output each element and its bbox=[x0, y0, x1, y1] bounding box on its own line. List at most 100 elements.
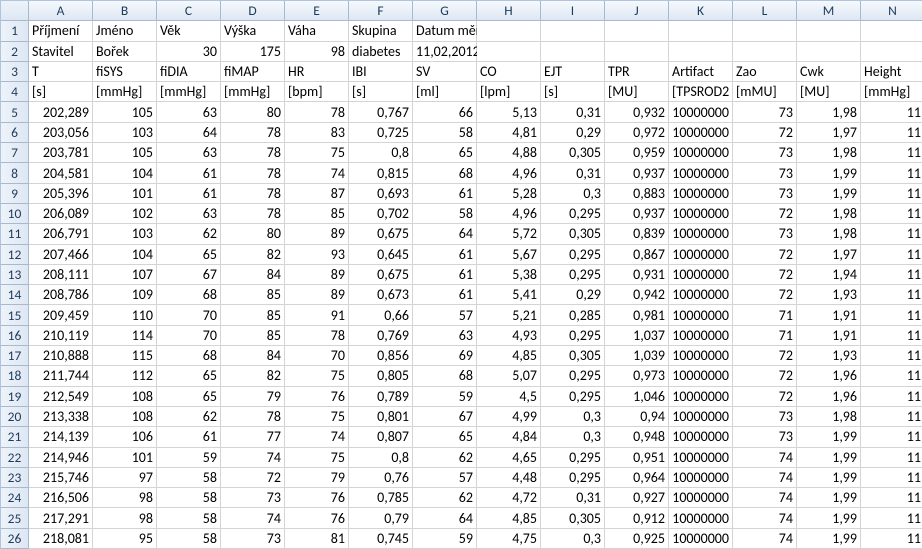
cell-I17[interactable]: 0,305 bbox=[541, 346, 605, 366]
cell-C5[interactable]: 63 bbox=[157, 102, 221, 122]
cell-M12[interactable]: 1,97 bbox=[797, 245, 861, 265]
cell-L10[interactable]: 72 bbox=[733, 204, 797, 224]
cell-J1[interactable] bbox=[605, 21, 669, 41]
row-header-24[interactable]: 24 bbox=[1, 488, 29, 508]
cell-B12[interactable]: 104 bbox=[93, 245, 157, 265]
row-header-16[interactable]: 16 bbox=[1, 326, 29, 346]
cell-I12[interactable]: 0,295 bbox=[541, 245, 605, 265]
cell-B8[interactable]: 104 bbox=[93, 163, 157, 183]
cell-D9[interactable]: 78 bbox=[221, 184, 285, 204]
cell-D12[interactable]: 82 bbox=[221, 245, 285, 265]
cell-L20[interactable]: 73 bbox=[733, 407, 797, 427]
cell-D17[interactable]: 84 bbox=[221, 346, 285, 366]
cell-A20[interactable]: 213,338 bbox=[29, 407, 93, 427]
cell-N4[interactable]: [mmHg] bbox=[861, 82, 922, 102]
cell-I3[interactable]: EJT bbox=[541, 62, 605, 82]
cell-H15[interactable]: 5,21 bbox=[477, 305, 541, 325]
cell-B9[interactable]: 101 bbox=[93, 184, 157, 204]
cell-J21[interactable]: 0,948 bbox=[605, 427, 669, 447]
cell-J9[interactable]: 0,883 bbox=[605, 184, 669, 204]
cell-E12[interactable]: 93 bbox=[285, 245, 349, 265]
cell-E23[interactable]: 79 bbox=[285, 468, 349, 488]
cell-N3[interactable]: Height bbox=[861, 62, 922, 82]
cell-G11[interactable]: 64 bbox=[413, 224, 477, 244]
cell-L25[interactable]: 74 bbox=[733, 508, 797, 528]
cell-C22[interactable]: 59 bbox=[157, 448, 221, 468]
cell-H26[interactable]: 4,75 bbox=[477, 529, 541, 549]
cell-J22[interactable]: 0,951 bbox=[605, 448, 669, 468]
cell-M20[interactable]: 1,98 bbox=[797, 407, 861, 427]
cell-B5[interactable]: 105 bbox=[93, 102, 157, 122]
cell-A1[interactable]: Příjmení bbox=[29, 21, 93, 41]
cell-M13[interactable]: 1,94 bbox=[797, 265, 861, 285]
cell-E21[interactable]: 74 bbox=[285, 427, 349, 447]
cell-L12[interactable]: 72 bbox=[733, 245, 797, 265]
cell-L22[interactable]: 74 bbox=[733, 448, 797, 468]
cell-K19[interactable]: 10000000 bbox=[669, 387, 733, 407]
cell-C4[interactable]: [mmHg] bbox=[157, 82, 221, 102]
cell-E14[interactable]: 89 bbox=[285, 285, 349, 305]
cell-C17[interactable]: 68 bbox=[157, 346, 221, 366]
cell-N22[interactable]: 11 bbox=[861, 448, 922, 468]
cell-K23[interactable]: 10000000 bbox=[669, 468, 733, 488]
cell-B19[interactable]: 108 bbox=[93, 387, 157, 407]
cell-A13[interactable]: 208,111 bbox=[29, 265, 93, 285]
cell-H20[interactable]: 4,99 bbox=[477, 407, 541, 427]
cell-A22[interactable]: 214,946 bbox=[29, 448, 93, 468]
cell-B20[interactable]: 108 bbox=[93, 407, 157, 427]
cell-I22[interactable]: 0,295 bbox=[541, 448, 605, 468]
cell-N21[interactable]: 11 bbox=[861, 427, 922, 447]
cell-N1[interactable] bbox=[861, 21, 922, 41]
cell-F16[interactable]: 0,769 bbox=[349, 326, 413, 346]
cell-F13[interactable]: 0,675 bbox=[349, 265, 413, 285]
col-header-K[interactable]: K bbox=[669, 1, 733, 21]
cell-H18[interactable]: 5,07 bbox=[477, 366, 541, 386]
cell-D18[interactable]: 82 bbox=[221, 366, 285, 386]
cell-F19[interactable]: 0,789 bbox=[349, 387, 413, 407]
cell-A24[interactable]: 216,506 bbox=[29, 488, 93, 508]
cell-B21[interactable]: 106 bbox=[93, 427, 157, 447]
col-header-A[interactable]: A bbox=[29, 1, 93, 21]
cell-E20[interactable]: 75 bbox=[285, 407, 349, 427]
cell-M7[interactable]: 1,98 bbox=[797, 143, 861, 163]
cell-A11[interactable]: 206,791 bbox=[29, 224, 93, 244]
cell-N12[interactable]: 11 bbox=[861, 245, 922, 265]
cell-B25[interactable]: 98 bbox=[93, 508, 157, 528]
cell-I21[interactable]: 0,3 bbox=[541, 427, 605, 447]
cell-K5[interactable]: 10000000 bbox=[669, 102, 733, 122]
cell-E15[interactable]: 91 bbox=[285, 305, 349, 325]
cell-N11[interactable]: 11 bbox=[861, 224, 922, 244]
cell-J5[interactable]: 0,932 bbox=[605, 102, 669, 122]
cell-G25[interactable]: 64 bbox=[413, 508, 477, 528]
cell-A14[interactable]: 208,786 bbox=[29, 285, 93, 305]
cell-N14[interactable]: 11 bbox=[861, 285, 922, 305]
cell-K17[interactable]: 10000000 bbox=[669, 346, 733, 366]
cell-H12[interactable]: 5,67 bbox=[477, 245, 541, 265]
cell-F17[interactable]: 0,856 bbox=[349, 346, 413, 366]
cell-C14[interactable]: 68 bbox=[157, 285, 221, 305]
cell-N23[interactable]: 11 bbox=[861, 468, 922, 488]
cell-M6[interactable]: 1,97 bbox=[797, 123, 861, 143]
cell-C25[interactable]: 58 bbox=[157, 508, 221, 528]
cell-D26[interactable]: 73 bbox=[221, 529, 285, 549]
cell-F21[interactable]: 0,807 bbox=[349, 427, 413, 447]
cell-K20[interactable]: 10000000 bbox=[669, 407, 733, 427]
cell-M3[interactable]: Cwk bbox=[797, 62, 861, 82]
cell-E22[interactable]: 75 bbox=[285, 448, 349, 468]
row-header-1[interactable]: 1 bbox=[1, 21, 29, 41]
cell-E7[interactable]: 75 bbox=[285, 143, 349, 163]
cell-M10[interactable]: 1,98 bbox=[797, 204, 861, 224]
cell-F2[interactable]: diabetes bbox=[349, 42, 413, 62]
cell-L17[interactable]: 72 bbox=[733, 346, 797, 366]
cell-H5[interactable]: 5,13 bbox=[477, 102, 541, 122]
cell-L9[interactable]: 73 bbox=[733, 184, 797, 204]
col-header-M[interactable]: M bbox=[797, 1, 861, 21]
cell-C7[interactable]: 63 bbox=[157, 143, 221, 163]
cell-D10[interactable]: 78 bbox=[221, 204, 285, 224]
cell-C6[interactable]: 64 bbox=[157, 123, 221, 143]
cell-H1[interactable] bbox=[477, 21, 541, 41]
cell-G3[interactable]: SV bbox=[413, 62, 477, 82]
cell-F7[interactable]: 0,8 bbox=[349, 143, 413, 163]
cell-J3[interactable]: TPR bbox=[605, 62, 669, 82]
cell-G1[interactable]: Datum měření bbox=[413, 21, 477, 41]
